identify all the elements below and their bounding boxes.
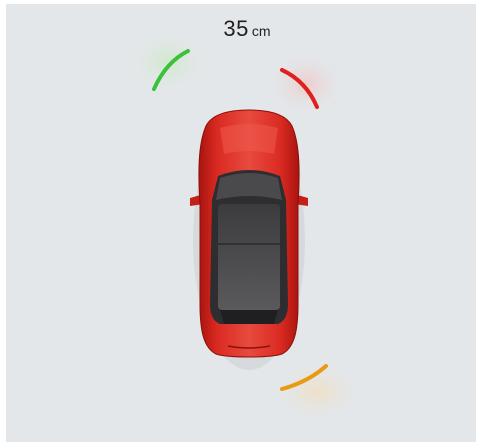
car-top-view bbox=[190, 109, 308, 370]
parking-scene bbox=[126, 28, 366, 424]
parking-assist-screen: 35 cm bbox=[6, 4, 476, 442]
sensor-front-right bbox=[264, 50, 348, 118]
sensor-front-left bbox=[126, 28, 210, 96]
sensor-rear-right bbox=[270, 360, 366, 424]
